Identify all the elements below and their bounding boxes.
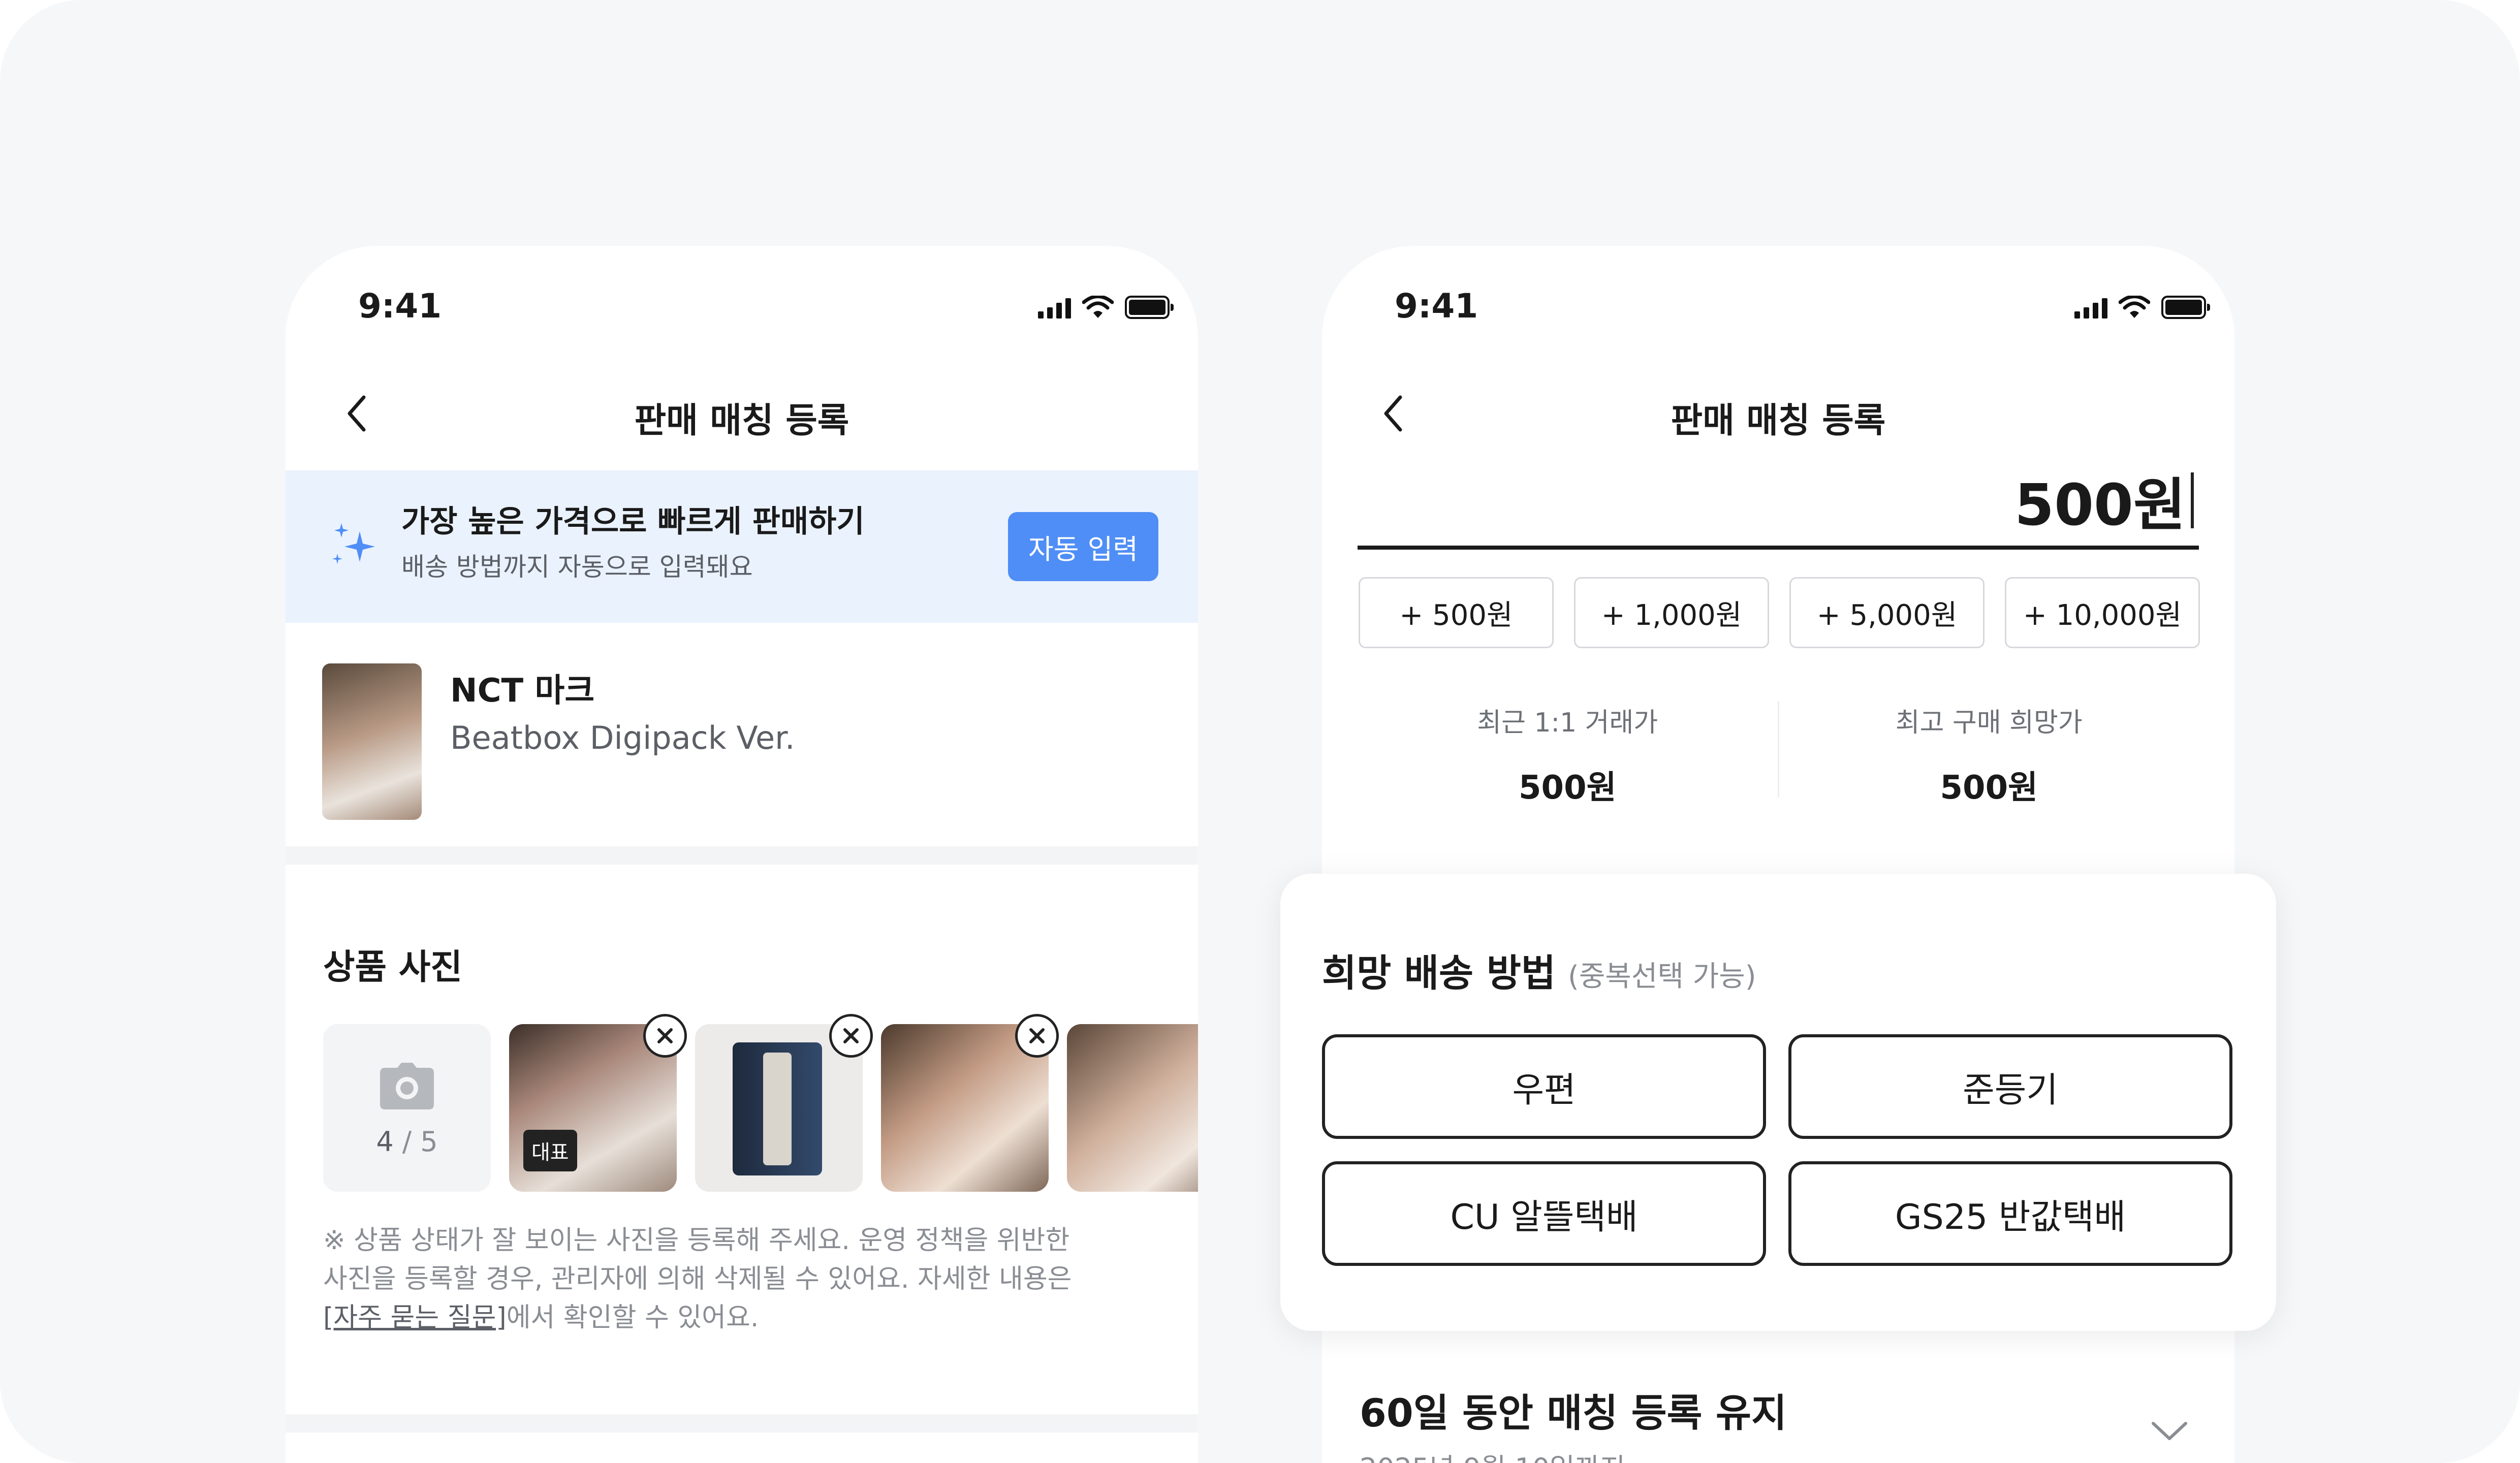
price-value: 500원 <box>2014 472 2186 538</box>
section-divider <box>286 1414 1198 1433</box>
recent-trade-stat: 최근 1:1 거래가 500원 <box>1358 701 1778 807</box>
add-10000-button[interactable]: + 10,000원 <box>2005 577 2200 648</box>
photo-thumbnail[interactable] <box>695 1014 873 1192</box>
shipping-option-mail[interactable]: 우편 <box>1322 1034 1766 1139</box>
canvas: 9:41 판매 매칭 등록 가장 높은 가격으로 빠르게 판매하기 배송 방법까… <box>0 0 2520 1463</box>
battery-icon <box>2161 296 2210 319</box>
product-name: NCT 마크 <box>450 672 595 710</box>
cassette-image <box>733 1042 822 1175</box>
status-icons <box>2074 296 2210 319</box>
auto-fill-banner: 가장 높은 가격으로 빠르게 판매하기 배송 방법까지 자동으로 입력돼요 자동… <box>286 470 1198 623</box>
sparkle-icon <box>332 523 375 564</box>
text-caret <box>2191 472 2194 528</box>
product-thumbnail <box>322 663 422 820</box>
remove-photo-button[interactable] <box>1015 1014 1059 1058</box>
photo-count: 4 / 5 <box>376 1126 438 1158</box>
auto-fill-button[interactable]: 자동 입력 <box>1008 512 1158 581</box>
remove-photo-button[interactable] <box>643 1014 687 1058</box>
photo-thumbnail[interactable] <box>1067 1024 1198 1192</box>
stat-value: 500원 <box>1940 769 2038 807</box>
shipping-option-registered[interactable]: 준등기 <box>1788 1034 2232 1139</box>
product-version: Beatbox Digipack Ver. <box>450 719 795 756</box>
photos-section-title: 상품 사진 <box>323 947 462 988</box>
price-underline <box>1358 546 2199 550</box>
close-icon <box>657 1028 673 1043</box>
representative-badge: 대표 <box>523 1130 577 1171</box>
stat-label: 최근 1:1 거래가 <box>1477 708 1658 738</box>
price-input[interactable]: 500원 <box>2014 459 2194 542</box>
product-card[interactable]: NCT 마크 Beatbox Digipack Ver. <box>286 623 1198 846</box>
photo-thumbnail[interactable] <box>881 1014 1059 1192</box>
shipping-option-gs25[interactable]: GS25 반값택배 <box>1788 1161 2232 1266</box>
shipping-option-cu[interactable]: CU 알뜰택배 <box>1322 1161 1766 1266</box>
status-time: 9:41 <box>358 287 442 326</box>
signal-icon <box>2074 296 2107 319</box>
stat-value: 500원 <box>1519 769 1617 807</box>
shipping-subtitle: (중복선택 가능) <box>1568 960 1756 993</box>
close-icon <box>843 1028 859 1043</box>
price-increment-row: + 500원 + 1,000원 + 5,000원 + 10,000원 <box>1359 577 2200 648</box>
highest-bid-stat: 최고 구매 희망가 500원 <box>1779 701 2199 807</box>
add-500-button[interactable]: + 500원 <box>1359 577 1554 648</box>
add-5000-button[interactable]: + 5,000원 <box>1789 577 1984 648</box>
keep-registration-date: 2025년 9월 10일까지 <box>1360 1446 1625 1463</box>
banner-subtitle: 배송 방법까지 자동으로 입력돼요 <box>401 552 753 582</box>
phone-left: 9:41 판매 매칭 등록 가장 높은 가격으로 빠르게 판매하기 배송 방법까… <box>286 246 1198 1463</box>
faq-link[interactable]: [자주 묻는 질문] <box>323 1302 507 1333</box>
status-icons <box>1038 296 1174 319</box>
camera-icon <box>380 1063 434 1109</box>
banner-title: 가장 높은 가격으로 빠르게 판매하기 <box>401 504 865 539</box>
page-title: 판매 매칭 등록 <box>1671 401 1886 441</box>
wifi-icon <box>1082 296 1114 318</box>
photo-thumbnail[interactable]: 대표 <box>509 1014 687 1192</box>
chevron-down-icon[interactable] <box>2150 1420 2189 1443</box>
keep-registration-title: 60일 동안 매칭 등록 유지 <box>1360 1390 1787 1436</box>
signal-icon <box>1038 296 1071 319</box>
photo-notice: ※ 상품 상태가 잘 보이는 사진을 등록해 주세요. 운영 정책을 위반한 사… <box>323 1225 1072 1333</box>
add-photo-button[interactable]: 4 / 5 <box>323 1024 491 1192</box>
price-stats: 최근 1:1 거래가 500원 최고 구매 희망가 500원 <box>1358 701 2199 807</box>
page-title: 판매 매칭 등록 <box>634 401 849 441</box>
battery-icon <box>1125 296 1174 319</box>
shipping-method-card: 희망 배송 방법 (중복선택 가능) 우편 준등기 CU 알뜰택배 GS25 반값… <box>1280 874 2276 1331</box>
stat-label: 최고 구매 희망가 <box>1895 708 2083 738</box>
status-time: 9:41 <box>1395 287 1478 326</box>
section-divider <box>286 846 1198 865</box>
add-1000-button[interactable]: + 1,000원 <box>1574 577 1769 648</box>
close-icon <box>1029 1028 1045 1043</box>
wifi-icon <box>2119 296 2150 318</box>
remove-photo-button[interactable] <box>829 1014 873 1058</box>
shipping-title: 희망 배송 방법 (중복선택 가능) <box>1322 951 1756 995</box>
